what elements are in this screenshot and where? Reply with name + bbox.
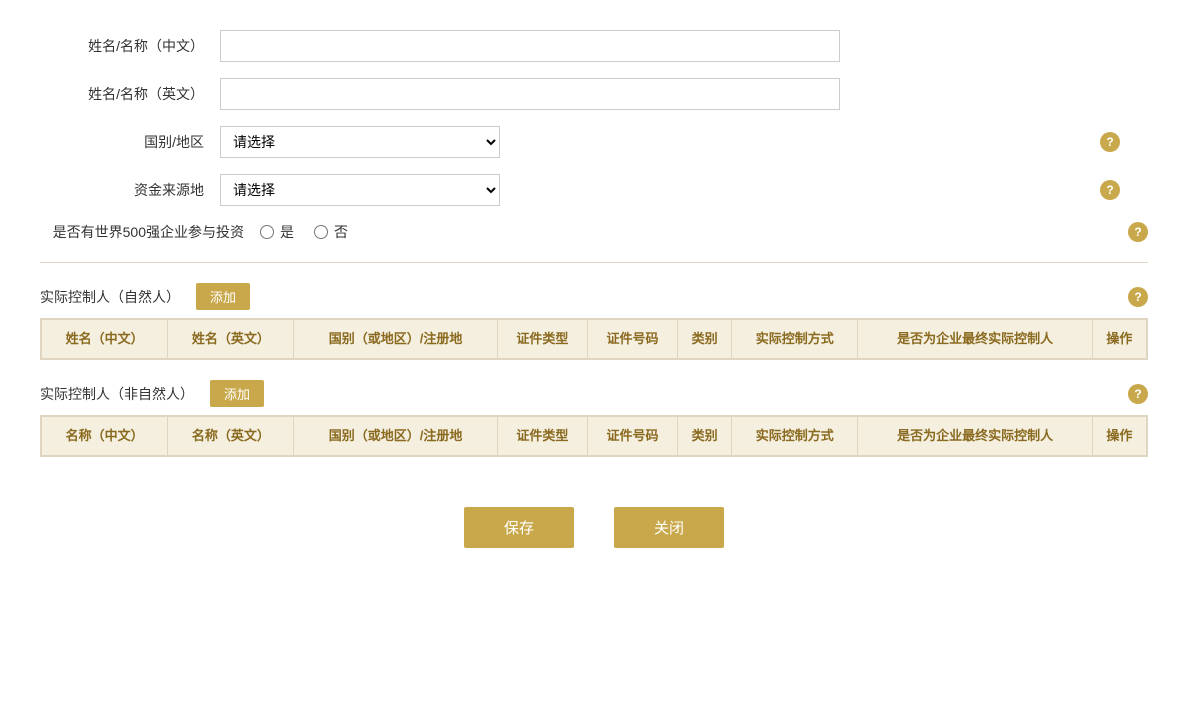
name-cn-label: 姓名/名称（中文） (40, 36, 220, 56)
natural-col-7: 是否为企业最终实际控制人 (858, 320, 1092, 359)
natural-col-2: 国别（或地区）/注册地 (294, 320, 497, 359)
natural-person-add-button[interactable]: 添加 (196, 283, 250, 310)
non-natural-col-2: 国别（或地区）/注册地 (294, 417, 497, 456)
name-en-input[interactable] (220, 78, 840, 110)
non-natural-person-section: 实际控制人（非自然人） 添加 ? 名称（中文） 名称（英文） 国别（或地区）/注… (40, 380, 1148, 457)
non-natural-person-help-icon[interactable]: ? (1128, 384, 1148, 404)
non-natural-col-7: 是否为企业最终实际控制人 (858, 417, 1092, 456)
natural-person-help-icon[interactable]: ? (1128, 287, 1148, 307)
country-row-inner: 请选择 ? (220, 126, 1120, 158)
non-natural-col-3: 证件类型 (497, 417, 587, 456)
name-cn-input[interactable] (220, 30, 840, 62)
non-natural-col-0: 名称（中文） (42, 417, 168, 456)
fortune500-no-label: 否 (334, 222, 348, 242)
non-natural-col-8: 操作 (1092, 417, 1146, 456)
divider-1 (40, 262, 1148, 263)
non-natural-person-header-row: 名称（中文） 名称（英文） 国别（或地区）/注册地 证件类型 证件号码 类别 实… (42, 417, 1147, 456)
footer-buttons: 保存 关闭 (40, 507, 1148, 548)
country-row: 国别/地区 请选择 ? (40, 126, 1148, 158)
non-natural-col-1: 名称（英文） (168, 417, 294, 456)
fortune500-yes-label: 是 (280, 222, 294, 242)
fund-source-row-inner: 请选择 ? (220, 174, 1120, 206)
fortune500-row: 是否有世界500强企业参与投资 是 否 ? (40, 222, 1148, 242)
country-label: 国别/地区 (40, 132, 220, 152)
close-button[interactable]: 关闭 (614, 507, 724, 548)
fortune500-no-option[interactable]: 否 (314, 222, 348, 242)
natural-col-4: 证件号码 (587, 320, 677, 359)
non-natural-person-thead: 名称（中文） 名称（英文） 国别（或地区）/注册地 证件类型 证件号码 类别 实… (42, 417, 1147, 456)
fund-source-label: 资金来源地 (40, 180, 220, 200)
name-en-row: 姓名/名称（英文） (40, 78, 1148, 110)
fortune500-help-icon[interactable]: ? (1128, 222, 1148, 242)
non-natural-person-table-wrapper: 名称（中文） 名称（英文） 国别（或地区）/注册地 证件类型 证件号码 类别 实… (40, 415, 1148, 457)
natural-col-1: 姓名（英文） (168, 320, 294, 359)
fortune500-label: 是否有世界500强企业参与投资 (40, 222, 260, 242)
fortune500-row-inner: 是 否 ? (260, 222, 1148, 242)
natural-person-section: 实际控制人（自然人） 添加 ? 姓名（中文） 姓名（英文） 国别（或地区）/注册… (40, 283, 1148, 360)
country-select[interactable]: 请选择 (220, 126, 500, 158)
natural-person-header-right: ? (1120, 287, 1148, 307)
natural-col-6: 实际控制方式 (732, 320, 858, 359)
fund-source-help-icon[interactable]: ? (1100, 180, 1120, 200)
natural-person-header: 实际控制人（自然人） 添加 ? (40, 283, 1148, 310)
natural-col-5: 类别 (678, 320, 732, 359)
natural-person-title: 实际控制人（自然人） (40, 287, 180, 307)
country-help-icon[interactable]: ? (1100, 132, 1120, 152)
non-natural-person-header-right: ? (1120, 384, 1148, 404)
natural-person-header-row: 姓名（中文） 姓名（英文） 国别（或地区）/注册地 证件类型 证件号码 类别 实… (42, 320, 1147, 359)
fund-source-select[interactable]: 请选择 (220, 174, 500, 206)
natural-col-8: 操作 (1092, 320, 1146, 359)
non-natural-person-title: 实际控制人（非自然人） (40, 384, 194, 404)
fortune500-yes-option[interactable]: 是 (260, 222, 294, 242)
non-natural-col-6: 实际控制方式 (732, 417, 858, 456)
name-en-label: 姓名/名称（英文） (40, 84, 220, 104)
natural-person-table: 姓名（中文） 姓名（英文） 国别（或地区）/注册地 证件类型 证件号码 类别 实… (41, 319, 1147, 359)
fortune500-radio-group: 是 否 (260, 222, 348, 242)
natural-person-table-wrapper: 姓名（中文） 姓名（英文） 国别（或地区）/注册地 证件类型 证件号码 类别 实… (40, 318, 1148, 360)
fortune500-no-radio[interactable] (314, 225, 328, 239)
non-natural-person-add-button[interactable]: 添加 (210, 380, 264, 407)
natural-col-0: 姓名（中文） (42, 320, 168, 359)
non-natural-person-header: 实际控制人（非自然人） 添加 ? (40, 380, 1148, 407)
fund-source-row: 资金来源地 请选择 ? (40, 174, 1148, 206)
non-natural-col-4: 证件号码 (587, 417, 677, 456)
form-section: 姓名/名称（中文） 姓名/名称（英文） 国别/地区 请选择 ? 资金来源地 请选… (40, 30, 1148, 242)
natural-person-thead: 姓名（中文） 姓名（英文） 国别（或地区）/注册地 证件类型 证件号码 类别 实… (42, 320, 1147, 359)
fortune500-yes-radio[interactable] (260, 225, 274, 239)
non-natural-col-5: 类别 (678, 417, 732, 456)
name-cn-row: 姓名/名称（中文） (40, 30, 1148, 62)
natural-col-3: 证件类型 (497, 320, 587, 359)
non-natural-person-table: 名称（中文） 名称（英文） 国别（或地区）/注册地 证件类型 证件号码 类别 实… (41, 416, 1147, 456)
save-button[interactable]: 保存 (464, 507, 574, 548)
